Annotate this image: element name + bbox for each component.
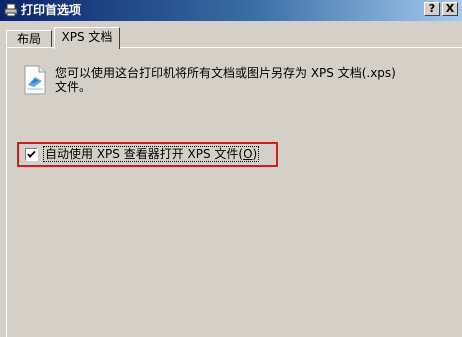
printer-icon [4,3,18,17]
window-title: 打印首选项 [21,3,82,17]
label-suffix: ) [252,147,258,161]
tab-xps-document[interactable]: XPS 文档 [54,27,120,49]
accel-key: O [243,147,253,161]
tab-layout[interactable]: 布局 [6,30,52,48]
label-prefix: 自动使用 XPS 查看器打开 XPS 文件( [45,147,244,161]
info-line-1: 您可以使用这台打印机将所有文档或图片另存为 XPS 文档(.xps) [55,66,396,80]
checkmark-icon [27,150,36,158]
xps-document-icon [23,65,47,95]
auto-open-xps-checkbox[interactable] [25,148,38,161]
help-button[interactable]: ? [424,2,440,16]
info-line-2: 文件。 [55,80,92,94]
printing-preferences-dialog: 打印首选项 ? X 布局 XPS 文档 您可以使用这台打印机将所有文档或图片另存… [0,0,462,337]
close-button[interactable]: X [442,2,458,16]
auto-open-xps-label[interactable]: 自动使用 XPS 查看器打开 XPS 文件(O) [42,146,260,162]
title-bar[interactable]: 打印首选项 ? X [0,0,462,21]
info-text: 您可以使用这台打印机将所有文档或图片另存为 XPS 文档(.xps) 文件。 [55,66,435,94]
